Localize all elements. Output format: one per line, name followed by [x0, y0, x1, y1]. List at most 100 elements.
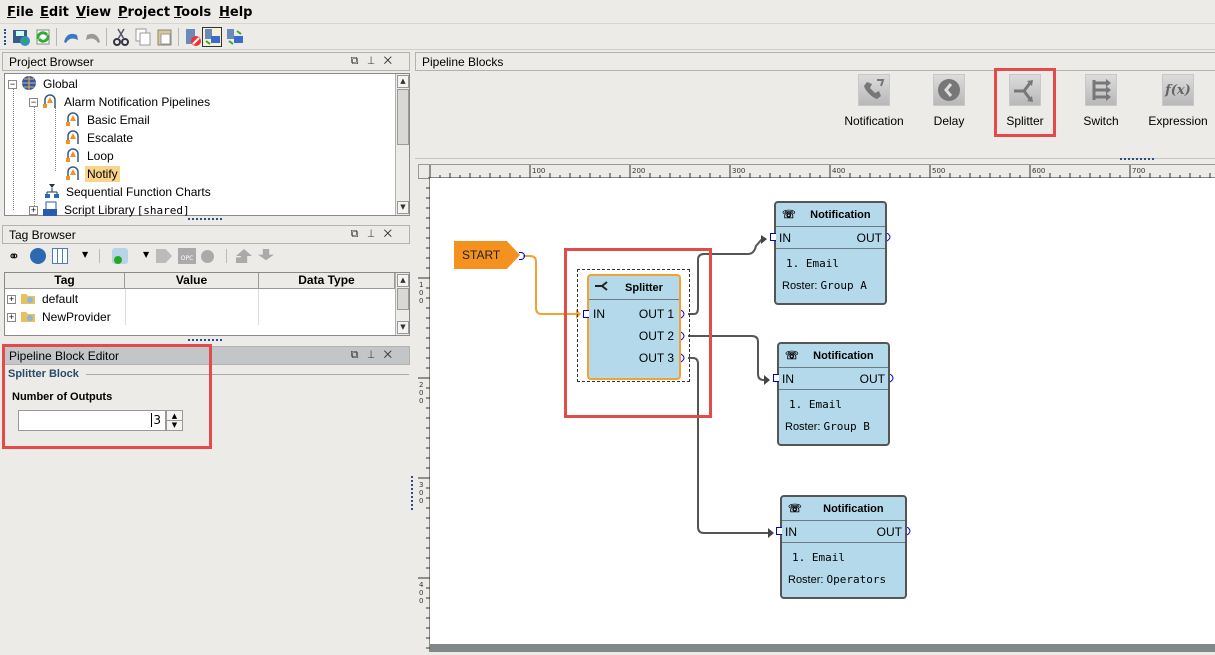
ruler-label: 0 — [419, 589, 423, 597]
ruler-label: 4 — [419, 581, 424, 589]
collapse-icon[interactable]: − — [8, 80, 17, 89]
splitter-grip[interactable] — [1120, 158, 1154, 161]
cut-icon[interactable] — [111, 27, 131, 47]
pipeline-canvas[interactable]: START Splitter IN OUT 1 OUT 2 OUT 3 ☏ Not… — [430, 178, 1215, 644]
pipeline-blocks-title-bar: Pipeline Blocks — [415, 52, 1215, 71]
binoculars-icon[interactable]: ⚭ — [8, 249, 20, 265]
tag-icon[interactable] — [156, 249, 172, 263]
pane-divider[interactable] — [410, 52, 415, 652]
tag-table-scrollbar[interactable]: ▲ ▼ — [395, 273, 409, 335]
tag-row-newprovider[interactable]: + NewProvider — [7, 308, 113, 326]
project-tree: − Global − Alarm Notification Pipelines Ba… — [4, 73, 410, 219]
tree-item-script-library[interactable]: + Script Library [shared] — [29, 201, 190, 219]
close-icon[interactable]: ✕ — [384, 228, 401, 240]
expand-icon[interactable]: + — [29, 206, 38, 215]
tag-row-default[interactable]: + default — [7, 290, 80, 308]
start-node[interactable]: START — [454, 241, 520, 269]
highlight-box-splitter-block — [564, 248, 712, 418]
palette-notification[interactable]: Notification — [842, 74, 906, 128]
comm-read-write-icon[interactable] — [202, 27, 222, 47]
opc-icon[interactable]: OPC — [178, 248, 196, 264]
horizontal-ruler: 100 200 300 400 500 600 700 — [428, 165, 1215, 178]
splitter-grip[interactable] — [411, 476, 413, 510]
menu-edit[interactable]: Edit — [40, 5, 69, 20]
dropdown-arrow-icon[interactable]: ▼ — [82, 250, 88, 259]
menu-project[interactable]: Project — [118, 5, 170, 20]
highlight-box-block-editor — [2, 344, 212, 449]
scroll-thumb[interactable] — [397, 89, 409, 145]
save-publish-icon[interactable] — [11, 27, 31, 47]
float-icon[interactable]: ⧉ — [351, 55, 368, 67]
tree-item-alarm-notification-pipelines[interactable]: − Alarm Notification Pipelines — [29, 93, 212, 111]
copy-icon[interactable] — [133, 27, 153, 47]
comm-sync-icon[interactable] — [225, 27, 245, 47]
ruler-label: 0 — [419, 497, 423, 505]
pin-icon[interactable]: ⊥ — [367, 228, 383, 240]
scroll-down-icon[interactable]: ▼ — [397, 201, 409, 214]
tree-item-escalate[interactable]: Escalate — [65, 129, 135, 147]
pipeline-icon — [42, 93, 58, 109]
tag-folder-icon — [20, 308, 36, 324]
notification-block-2[interactable]: ☏ Notification IN OUT 1. Email Roster: Grou… — [773, 342, 894, 446]
column-header-tag[interactable]: Tag — [5, 273, 125, 289]
redo-icon[interactable] — [83, 27, 103, 47]
sfc-icon — [44, 183, 60, 199]
paste-icon[interactable] — [155, 27, 175, 47]
ruler-label: 3 — [419, 481, 423, 489]
refresh-icon[interactable] — [30, 248, 46, 264]
tree-item-notify[interactable]: Notify — [65, 165, 120, 183]
import-icon[interactable] — [258, 249, 274, 261]
column-header-data-type[interactable]: Data Type — [259, 273, 395, 289]
toolbar-grip[interactable] — [4, 29, 6, 45]
ruler-label: 0 — [419, 289, 423, 297]
notification-block-3[interactable]: ☏ Notification IN OUT 1. Email Roster: Oper… — [776, 495, 911, 599]
scroll-thumb[interactable] — [397, 288, 409, 310]
palette-delay[interactable]: Delay — [926, 74, 972, 128]
in-port[interactable] — [776, 527, 782, 535]
float-icon[interactable]: ⧉ — [351, 228, 368, 240]
dropdown-arrow-icon[interactable]: ▼ — [143, 250, 149, 259]
horizontal-scrollbar[interactable] — [430, 644, 1215, 652]
notification-block-1[interactable]: ☏ Notification IN OUT 1. Email Roster: Grou… — [770, 201, 891, 305]
tree-item-sequential-function-charts[interactable]: Sequential Function Charts — [44, 183, 213, 201]
in-port[interactable] — [770, 233, 776, 241]
disconnect-db-icon[interactable] — [182, 27, 202, 47]
project-tree-scrollbar[interactable]: ▲ ▼ — [395, 74, 409, 215]
timer-icon[interactable] — [201, 250, 214, 263]
scroll-up-icon[interactable]: ▲ — [397, 274, 409, 287]
splitter-grip[interactable] — [188, 339, 222, 342]
expand-icon[interactable]: + — [7, 313, 16, 322]
expression-icon: f(x) — [1162, 74, 1194, 106]
grid-check-icon[interactable] — [52, 248, 68, 264]
ruler-label: 500 — [932, 167, 945, 175]
column-header-value[interactable]: Value — [125, 273, 259, 289]
collapse-icon[interactable]: − — [29, 98, 38, 107]
palette-switch[interactable]: Switch — [1078, 74, 1124, 128]
notification-icon: ☏ — [782, 209, 796, 221]
close-icon[interactable]: ✕ — [384, 55, 401, 67]
menu-file[interactable]: File — [7, 5, 34, 20]
tree-item-global[interactable]: − Global — [8, 75, 80, 93]
delay-clock-icon — [933, 74, 965, 106]
export-icon[interactable] — [236, 249, 252, 263]
expand-icon[interactable]: + — [7, 295, 16, 304]
float-icon[interactable]: ⧉ — [351, 349, 368, 361]
undo-icon[interactable] — [61, 27, 81, 47]
palette-expression[interactable]: f(x) Expression — [1143, 74, 1213, 128]
add-tag-icon[interactable] — [112, 248, 128, 264]
close-icon[interactable]: ✕ — [384, 349, 401, 361]
menu-view[interactable]: View — [76, 5, 111, 20]
menu-tools[interactable]: Tools — [174, 5, 211, 20]
update-project-icon[interactable] — [33, 27, 53, 47]
tree-item-loop[interactable]: Loop — [65, 147, 116, 165]
panel-title: Pipeline Blocks — [422, 55, 504, 69]
splitter-grip[interactable] — [188, 218, 222, 221]
pin-icon[interactable]: ⊥ — [367, 349, 383, 361]
tree-item-basic-email[interactable]: Basic Email — [65, 111, 152, 129]
pin-icon[interactable]: ⊥ — [367, 55, 383, 67]
in-port[interactable] — [773, 374, 779, 382]
scroll-up-icon[interactable]: ▲ — [397, 75, 409, 88]
globe-icon — [21, 75, 37, 91]
scroll-down-icon[interactable]: ▼ — [397, 321, 409, 334]
menu-help[interactable]: Help — [219, 5, 252, 20]
